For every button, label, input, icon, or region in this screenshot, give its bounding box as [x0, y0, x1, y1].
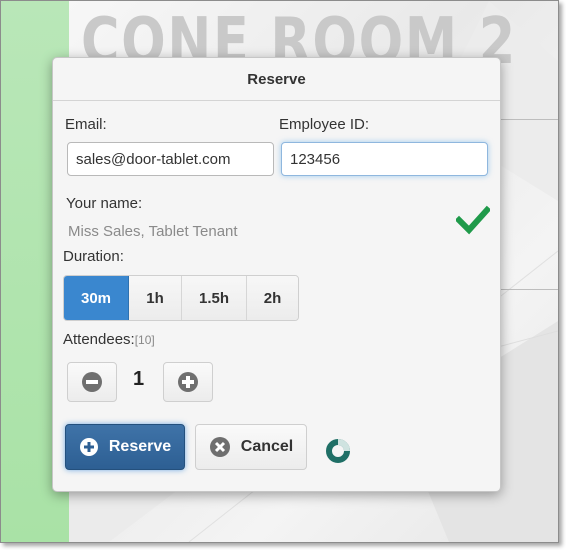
loading-spinner-icon	[326, 439, 350, 463]
check-icon	[456, 205, 490, 235]
duration-label: Duration:	[63, 248, 124, 265]
increment-attendees-button[interactable]	[163, 362, 213, 402]
email-field[interactable]	[67, 142, 274, 176]
your-name-label: Your name:	[66, 195, 143, 212]
attendees-count: 1	[133, 368, 145, 390]
reserve-dialog: Reserve Email: Employee ID: Your name: M…	[52, 57, 501, 492]
reserve-button[interactable]: Reserve	[65, 424, 185, 470]
duration-option-30m[interactable]: 30m	[64, 276, 129, 320]
reserve-button-label: Reserve	[108, 438, 172, 455]
duration-option-1h[interactable]: 1h	[129, 276, 182, 320]
cancel-button[interactable]: Cancel	[195, 424, 307, 470]
dialog-title: Reserve	[247, 70, 306, 88]
plus-circle-icon	[79, 438, 98, 456]
plus-circle-icon	[178, 372, 198, 392]
duration-option-1-5h[interactable]: 1.5h	[182, 276, 247, 320]
attendees-label: Attendees:[10]	[63, 331, 155, 348]
email-label: Email:	[65, 116, 107, 133]
cancel-button-label: Cancel	[240, 438, 294, 455]
attendees-max: [10]	[134, 333, 155, 347]
employee-id-label: Employee ID:	[279, 116, 370, 133]
dialog-header: Reserve	[53, 58, 500, 101]
duration-option-2h[interactable]: 2h	[247, 276, 298, 320]
minus-circle-icon	[82, 372, 102, 392]
duration-selector: 30m 1h 1.5h 2h	[63, 275, 299, 321]
employee-id-field[interactable]	[281, 142, 488, 176]
your-name-value: Miss Sales, Tablet Tenant	[68, 223, 238, 240]
attendees-label-text: Attendees:	[63, 331, 135, 348]
close-circle-icon	[209, 437, 230, 457]
divider-line	[498, 289, 558, 290]
decrement-attendees-button[interactable]	[67, 362, 117, 402]
divider-line	[498, 119, 558, 120]
